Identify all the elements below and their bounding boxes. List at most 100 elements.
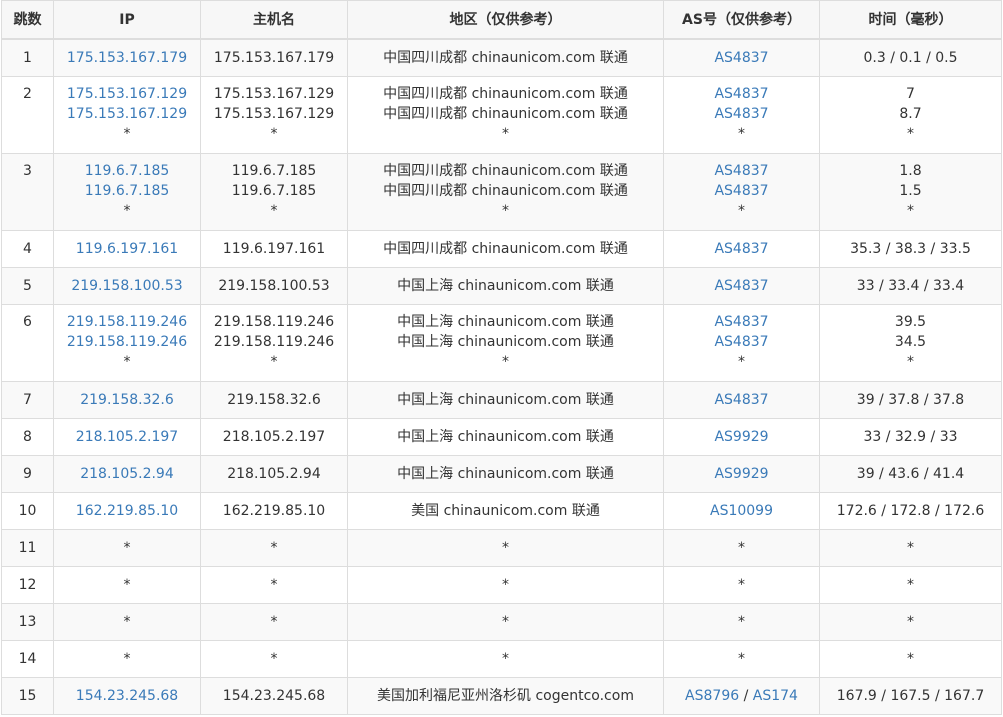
region-line: 中国四川成都 chinaunicom.com 联通 <box>350 48 661 68</box>
asn-link[interactable]: AS4837 <box>714 392 768 408</box>
hostname-line: 119.6.7.185 <box>203 181 345 201</box>
region-line: 美国加利福尼亚州洛杉矶 cogentco.com <box>350 686 661 706</box>
time-cell: 33 / 33.4 / 33.4 <box>819 266 1002 305</box>
ip-link[interactable]: 175.153.167.129 <box>67 86 187 102</box>
time-line: 7 <box>822 84 999 104</box>
time-line: * <box>822 352 999 372</box>
ip-cell: 162.219.85.10 <box>53 491 201 530</box>
asn-empty: * <box>738 539 745 556</box>
ip-link[interactable]: 175.153.167.179 <box>67 50 187 66</box>
ip-line: 119.6.7.185 <box>56 161 198 181</box>
hostname-line: 219.158.119.246 <box>203 312 345 332</box>
asn-link[interactable]: AS4837 <box>714 163 768 179</box>
hostname-text: 119.6.7.185 <box>231 162 317 179</box>
region-line: 中国上海 chinaunicom.com 联通 <box>350 464 661 484</box>
region-text: 美国 chinaunicom.com 联通 <box>411 502 600 519</box>
ip-cell: 219.158.32.6 <box>53 380 201 419</box>
ip-link[interactable]: 162.219.85.10 <box>76 503 178 519</box>
time-cell: 39 / 37.8 / 37.8 <box>819 380 1002 419</box>
hostname-text: 219.158.32.6 <box>227 391 321 408</box>
time-line: * <box>822 649 999 669</box>
asn-link[interactable]: AS174 <box>753 688 798 704</box>
region-line: 中国四川成都 chinaunicom.com 联通 <box>350 239 661 259</box>
ip-link[interactable]: 154.23.245.68 <box>76 688 178 704</box>
time-cell: * <box>819 528 1002 567</box>
ip-text: * <box>123 576 131 593</box>
table-row: 10 162.219.85.10 162.219.85.10 美国 chinaunic… <box>1 491 1002 530</box>
ip-link[interactable]: 219.158.119.246 <box>67 314 187 330</box>
asn-line: AS4837 <box>666 239 817 259</box>
ip-link[interactable]: 219.158.100.53 <box>71 278 182 294</box>
region-line: * <box>350 538 661 558</box>
asn-link[interactable]: AS4837 <box>714 86 768 102</box>
ip-cell: * <box>53 602 201 641</box>
asn-link[interactable]: AS9929 <box>714 466 768 482</box>
asn-link[interactable]: AS4837 <box>714 50 768 66</box>
ip-cell: * <box>53 528 201 567</box>
region-text: 中国上海 chinaunicom.com 联通 <box>397 277 614 294</box>
table-row: 5 219.158.100.53 219.158.100.53 中国上海 chinau… <box>1 266 1002 305</box>
region-line: 中国四川成都 chinaunicom.com 联通 <box>350 161 661 181</box>
asn-link[interactable]: AS4837 <box>714 183 768 199</box>
region-text: 中国上海 chinaunicom.com 联通 <box>397 428 614 445</box>
ip-line: * <box>56 612 198 632</box>
asn-link[interactable]: AS9929 <box>714 429 768 445</box>
region-cell: 中国上海 chinaunicom.com 联通 <box>347 417 664 456</box>
region-text: 中国上海 chinaunicom.com 联通 <box>397 333 614 350</box>
asn-link[interactable]: AS10099 <box>710 503 773 519</box>
asn-link[interactable]: AS8796 <box>685 688 739 704</box>
time-text: 1.8 <box>899 162 922 179</box>
table-row: 15 154.23.245.68 154.23.245.68 美国加利福尼亚州洛杉矶 … <box>1 676 1002 715</box>
ip-line: * <box>56 575 198 595</box>
ip-line: 219.158.119.246 <box>56 312 198 332</box>
ip-link[interactable]: 119.6.7.185 <box>85 163 170 179</box>
ip-link[interactable]: 218.105.2.197 <box>76 429 178 445</box>
table-row: 2 175.153.167.129 175.153.167.129 * 175.153.… <box>1 75 1002 154</box>
table-row: 8 218.105.2.197 218.105.2.197 中国上海 chinauni… <box>1 417 1002 456</box>
hostname-line: * <box>203 538 345 558</box>
asn-link[interactable]: AS4837 <box>714 241 768 257</box>
header-asn: AS号（仅供参考） <box>663 0 820 40</box>
asn-link[interactable]: AS4837 <box>714 334 768 350</box>
time-line: 34.5 <box>822 332 999 352</box>
hostname-text: 219.158.119.246 <box>213 333 335 350</box>
ip-line: 175.153.167.129 <box>56 84 198 104</box>
ip-link[interactable]: 219.158.119.246 <box>67 334 187 350</box>
time-cell: 167.9 / 167.5 / 167.7 <box>819 676 1002 715</box>
ip-link[interactable]: 119.6.197.161 <box>76 241 178 257</box>
hostname-line: 218.105.2.94 <box>203 464 345 484</box>
time-line: * <box>822 124 999 144</box>
region-line: 中国上海 chinaunicom.com 联通 <box>350 427 661 447</box>
ip-cell: 218.105.2.94 <box>53 454 201 493</box>
ip-text: * <box>123 353 131 370</box>
time-cell: 1.8 1.5 * <box>819 152 1002 231</box>
region-cell: * <box>347 565 664 604</box>
ip-cell: * <box>53 639 201 678</box>
time-text: * <box>907 539 914 556</box>
hostname-line: * <box>203 575 345 595</box>
ip-link[interactable]: 219.158.32.6 <box>80 392 174 408</box>
hop-cell: 3 <box>1 152 54 231</box>
ip-line: * <box>56 124 198 144</box>
ip-link[interactable]: 175.153.167.129 <box>67 106 187 122</box>
asn-line: * <box>666 612 817 632</box>
region-text: * <box>502 202 509 219</box>
asn-link[interactable]: AS4837 <box>714 106 768 122</box>
region-line: * <box>350 124 661 144</box>
hostname-text: 119.6.7.185 <box>231 182 317 199</box>
ip-line: 119.6.197.161 <box>56 239 198 259</box>
time-text: 1.5 <box>899 182 922 199</box>
asn-link[interactable]: AS4837 <box>714 314 768 330</box>
time-line: * <box>822 201 999 221</box>
asn-line: AS4837 <box>666 332 817 352</box>
asn-link[interactable]: AS4837 <box>714 278 768 294</box>
table-header-row: 跳数 IP 主机名 地区（仅供参考） AS号（仅供参考） 时间（毫秒） <box>1 0 1002 40</box>
hop-cell: 2 <box>1 75 54 154</box>
asn-line: AS10099 <box>666 501 817 521</box>
ip-link[interactable]: 218.105.2.94 <box>80 466 174 482</box>
hostname-line: * <box>203 124 345 144</box>
time-line: 8.7 <box>822 104 999 124</box>
ip-link[interactable]: 119.6.7.185 <box>85 183 170 199</box>
region-text: 中国四川成都 chinaunicom.com 联通 <box>383 85 628 102</box>
time-text: * <box>907 125 914 142</box>
